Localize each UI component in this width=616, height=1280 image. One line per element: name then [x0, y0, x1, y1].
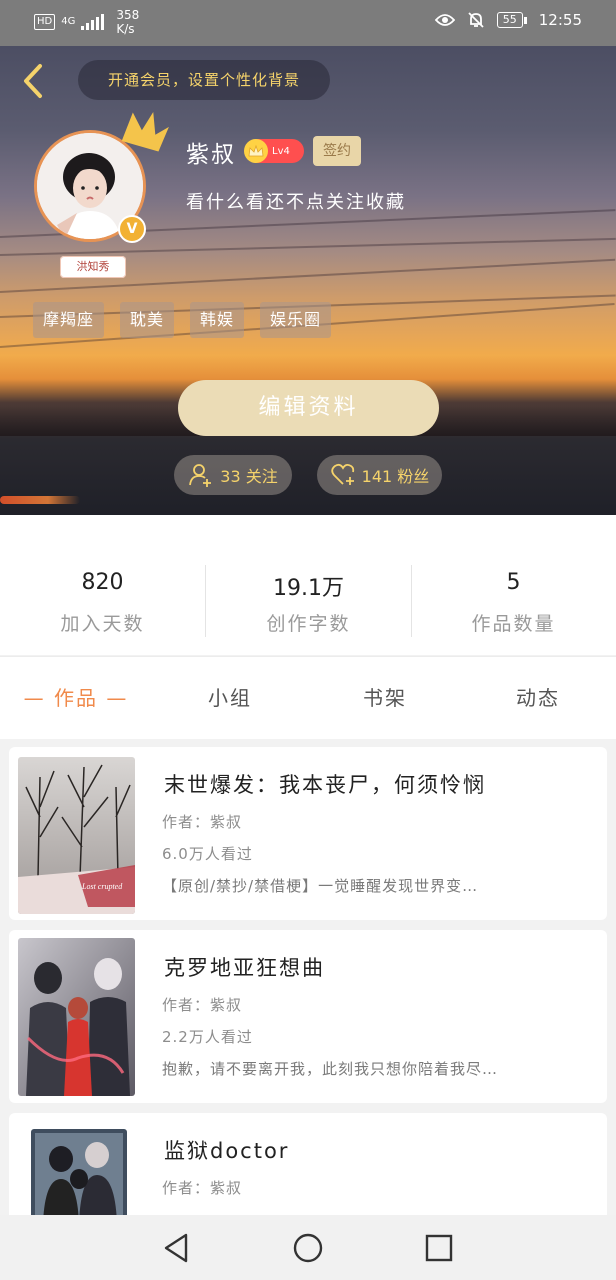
work-author: 作者：紫叔: [162, 1179, 243, 1197]
stat-value: 19.1万: [273, 576, 344, 601]
work-card[interactable]: Lost crupted 末世爆发：我本丧尸，何须怜悯 作者：紫叔 6.0万人看…: [9, 747, 607, 920]
nav-recents-icon[interactable]: [422, 1231, 456, 1265]
work-card[interactable]: 克罗地亚狂想曲 作者：紫叔 2.2万人看过 抱歉，请不要离开我，此刻我只想你陪着…: [9, 930, 607, 1103]
verified-badge: V: [118, 215, 146, 243]
tab-activity[interactable]: 动态: [488, 657, 588, 739]
vip-background-prompt[interactable]: 开通会员，设置个性化背景: [78, 60, 330, 100]
profile-header-background: [0, 46, 616, 515]
book-cover: [18, 938, 135, 1096]
book-cover: Lost crupted: [18, 757, 135, 914]
stat-label: 作品数量: [471, 613, 556, 635]
work-title: 末世爆发：我本丧尸，何须怜悯: [164, 773, 486, 797]
system-nav-bar: [0, 1215, 616, 1280]
followers-count: 141 粉丝: [361, 467, 430, 486]
status-bar: HD 4G 358 K/s 55 12:55: [0, 0, 616, 46]
work-views: 6.0万人看过: [162, 845, 253, 863]
hd-icon: HD: [34, 14, 56, 30]
work-title: 克罗地亚狂想曲: [164, 956, 325, 980]
crown-icon: [121, 111, 169, 152]
nav-back-icon[interactable]: [160, 1231, 194, 1265]
signed-author-tag: 签约: [313, 136, 361, 166]
mute-bell-icon: [468, 12, 484, 28]
stat-works-count: 5 作品数量: [411, 515, 616, 655]
work-card[interactable]: 监狱doctor 作者：紫叔: [9, 1113, 607, 1223]
heart-add-icon: [331, 463, 354, 485]
network-speed: 358 K/s: [116, 8, 140, 36]
followers-button[interactable]: 141 粉丝: [317, 455, 442, 495]
avatar-name-tag: 洪知秀: [60, 256, 126, 278]
network-type: 4G: [61, 16, 76, 27]
work-description: 抱歉，请不要离开我，此刻我只想你陪着我尽…: [162, 1060, 499, 1078]
profile-tag[interactable]: 韩娱: [190, 302, 245, 338]
vip-crown-icon: [244, 139, 268, 163]
stats-panel: 820 加入天数 19.1万 创作字数 5 作品数量: [0, 515, 616, 655]
profile-tags: 摩羯座 耽美 韩娱 娱乐圈: [33, 302, 332, 338]
tab-groups[interactable]: 小组: [180, 657, 280, 739]
work-author: 作者：紫叔: [162, 996, 243, 1014]
edit-profile-button[interactable]: 编辑资料: [178, 380, 439, 436]
stat-label: 创作字数: [266, 613, 351, 635]
stat-value: 5: [506, 570, 521, 595]
signal-icon: [81, 14, 105, 30]
profile-bio: 看什么看还不点关注收藏: [186, 192, 406, 213]
nav-home-icon[interactable]: [291, 1231, 325, 1265]
user-add-icon: [189, 464, 212, 487]
profile-tag[interactable]: 娱乐圈: [260, 302, 332, 338]
battery-icon: 55: [496, 12, 527, 28]
stat-label: 加入天数: [60, 613, 145, 635]
stat-join-days: 820 加入天数: [0, 515, 205, 655]
profile-tag[interactable]: 耽美: [120, 302, 175, 338]
book-cover: [31, 1129, 127, 1223]
back-button[interactable]: [18, 62, 48, 100]
stat-value: 820: [81, 570, 124, 595]
eye-icon: [434, 14, 455, 26]
level-text: Lv4: [272, 145, 290, 157]
work-description: 【原创/禁抄/禁借梗】一觉睡醒发现世界变…: [162, 877, 479, 895]
clock: 12:55: [538, 11, 582, 29]
stat-word-count: 19.1万 创作字数: [206, 515, 411, 655]
work-title: 监狱doctor: [164, 1139, 290, 1163]
level-badge[interactable]: Lv4: [244, 139, 304, 163]
cover-title-text: Lost crupted: [81, 882, 123, 891]
following-count: 33 关注: [220, 467, 278, 486]
tab-bookshelf[interactable]: 书架: [335, 657, 435, 739]
tab-works[interactable]: — 作品 —: [14, 657, 138, 739]
profile-tag[interactable]: 摩羯座: [33, 302, 105, 338]
work-views: 2.2万人看过: [162, 1028, 253, 1046]
profile-tabs: — 作品 — 小组 书架 动态: [0, 656, 616, 739]
username: 紫叔: [186, 142, 236, 168]
following-button[interactable]: 33 关注: [174, 455, 292, 495]
work-author: 作者：紫叔: [162, 813, 243, 831]
